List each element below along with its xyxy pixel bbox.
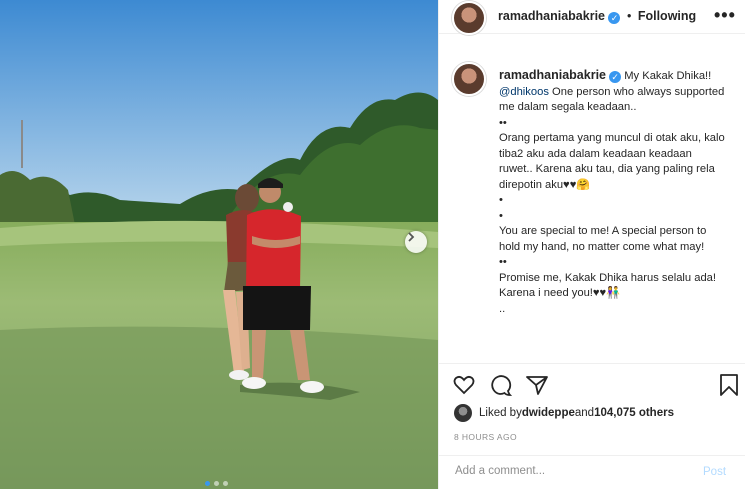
verified-badge-icon: ✓ <box>608 12 621 24</box>
action-bar <box>452 373 742 399</box>
comment-icon[interactable] <box>488 373 512 397</box>
carousel-dot-2 <box>214 481 219 486</box>
heart-icon[interactable] <box>452 373 476 397</box>
caption-intro: My Kakak Dhika!! <box>624 70 712 82</box>
post-side-panel: ramadhaniabakrie ✓ • Following ••• ramad… <box>438 0 745 489</box>
post-comment-button[interactable]: Post <box>703 466 726 478</box>
carousel-dot-1 <box>205 481 210 486</box>
carousel-dots <box>205 481 228 486</box>
post-caption: ramadhaniabakrie ✓ My Kakak Dhika!! @dhi… <box>499 68 727 317</box>
author-avatar[interactable] <box>452 1 486 35</box>
header-separator: • <box>626 9 632 23</box>
likes-count[interactable]: 104,075 others <box>594 407 674 419</box>
carousel-dot-3 <box>223 481 228 486</box>
comment-input[interactable] <box>453 464 677 478</box>
chevron-right-icon <box>408 232 415 242</box>
likes-prefix: Liked by <box>479 407 522 419</box>
golf-course-scene <box>0 0 438 489</box>
likes-summary: Liked by dwideppe and 104,075 others <box>454 404 674 422</box>
following-button[interactable]: Following <box>638 9 696 23</box>
share-icon[interactable] <box>525 373 549 397</box>
liker-avatar[interactable] <box>454 404 472 422</box>
caption-author-avatar[interactable] <box>452 62 486 96</box>
likes-middle: and <box>574 407 595 419</box>
caption-body: One person who always supported me dalam… <box>499 85 725 315</box>
author-username[interactable]: ramadhaniabakrie <box>498 9 605 23</box>
comments-area[interactable]: ramadhaniabakrie ✓ My Kakak Dhika!! @dhi… <box>439 47 745 363</box>
liker-username[interactable]: dwideppe <box>522 407 575 419</box>
post-header: ramadhaniabakrie ✓ • Following ••• <box>439 0 745 35</box>
carousel-next-button[interactable] <box>405 231 427 253</box>
actions-divider <box>439 363 745 364</box>
bookmark-icon[interactable] <box>718 373 740 397</box>
verified-badge-icon: ✓ <box>609 71 622 83</box>
post-photo[interactable] <box>0 0 438 489</box>
more-options-icon[interactable]: ••• <box>714 5 736 26</box>
header-user-line: ramadhaniabakrie ✓ • Following <box>498 9 696 24</box>
caption-mention-link[interactable]: @dhikoos <box>499 86 549 98</box>
caption-username[interactable]: ramadhaniabakrie <box>499 68 606 82</box>
post-timestamp[interactable]: 8 HOURS AGO <box>454 432 517 442</box>
comment-bar: Post <box>439 455 745 490</box>
